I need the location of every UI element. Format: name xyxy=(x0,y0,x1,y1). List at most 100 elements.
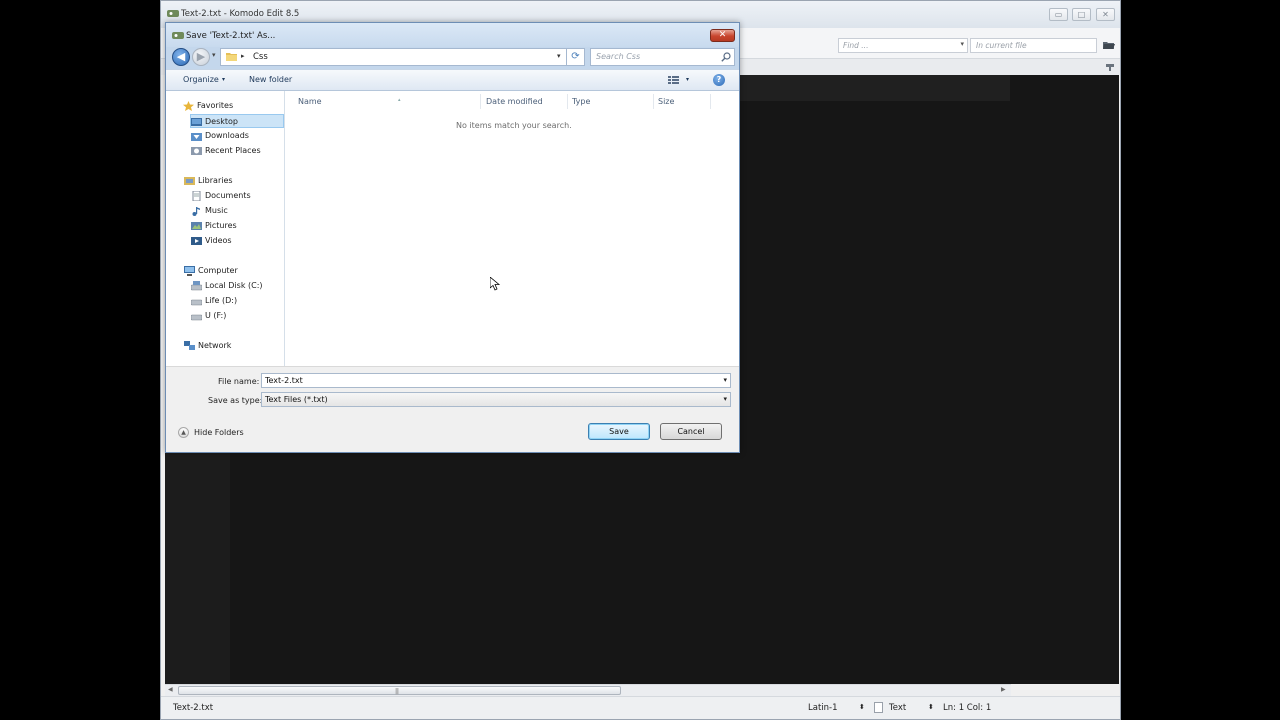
nav-label: Recent Places xyxy=(205,146,261,155)
help-icon[interactable]: ? xyxy=(713,74,725,86)
file-name-label: File name: xyxy=(218,377,260,386)
save-type-select[interactable]: Text Files (*.txt) ▾ xyxy=(261,392,731,407)
pin-icon[interactable] xyxy=(1105,62,1115,72)
dialog-titlebar[interactable]: Save 'Text-2.txt' As... ✕ xyxy=(166,23,739,47)
command-bar: Organize ▾ New folder ▾ ? xyxy=(166,69,739,91)
scrollbar-grip-icon: ||| xyxy=(395,688,399,695)
statusbar: Text-2.txt Latin-1 ⬍ Text ⬍ Ln: 1 Col: 1 xyxy=(161,696,1120,719)
status-encoding[interactable]: Latin-1 xyxy=(808,703,838,713)
network-icon xyxy=(184,341,195,350)
dialog-close-button[interactable]: ✕ xyxy=(710,29,735,42)
refresh-button[interactable]: ⟳ xyxy=(567,48,585,66)
nav-label: Local Disk (C:) xyxy=(205,281,263,290)
navigation-pane: Favorites Desktop Downloads Recent Place… xyxy=(166,91,285,366)
find-input[interactable]: Find ... ▾ xyxy=(838,38,968,53)
nav-label: Videos xyxy=(205,236,232,245)
recent-places-icon xyxy=(191,147,202,155)
scroll-left-arrow[interactable]: ◀ xyxy=(168,686,173,693)
desktop-icon xyxy=(191,118,202,126)
komodo-app-icon xyxy=(172,32,184,39)
column-divider[interactable] xyxy=(710,94,711,109)
nav-label: Documents xyxy=(205,191,251,200)
file-name-input[interactable]: Text-2.txt ▾ xyxy=(261,373,731,388)
music-icon xyxy=(192,207,200,216)
find-dropdown-arrow[interactable]: ▾ xyxy=(960,40,964,48)
breadcrumb-css[interactable]: Css xyxy=(253,52,268,62)
save-type-value: Text Files (*.txt) xyxy=(265,395,328,404)
collapse-up-icon: ▲ xyxy=(178,427,189,438)
main-window-title: Text-2.txt - Komodo Edit 8.5 xyxy=(181,9,300,19)
save-button[interactable]: Save xyxy=(588,423,650,440)
column-divider[interactable] xyxy=(567,94,568,109)
documents-icon xyxy=(192,191,201,201)
file-name-dropdown-arrow[interactable]: ▾ xyxy=(723,376,727,384)
nav-label: U (F:) xyxy=(205,311,227,320)
nav-label: Desktop xyxy=(205,117,238,126)
cancel-button[interactable]: Cancel xyxy=(660,423,722,440)
drive-icon xyxy=(191,281,202,291)
status-file-name: Text-2.txt xyxy=(173,703,214,713)
column-header-type[interactable]: Type xyxy=(572,97,590,106)
folder-icon xyxy=(226,53,237,61)
hide-folders-label: Hide Folders xyxy=(194,428,244,437)
save-as-dialog: Save 'Text-2.txt' As... ✕ ◀ ▶ ▾ ▸ Css ▾ … xyxy=(165,22,740,453)
views-dropdown-arrow[interactable]: ▾ xyxy=(686,76,689,83)
nav-label: Life (D:) xyxy=(205,296,238,305)
file-name-value: Text-2.txt xyxy=(265,376,303,385)
nav-label: Favorites xyxy=(197,101,234,110)
dialog-title: Save 'Text-2.txt' As... xyxy=(186,31,276,41)
computer-icon xyxy=(184,266,195,276)
nav-label: Downloads xyxy=(205,131,249,140)
downloads-icon xyxy=(191,133,202,141)
status-cursor-position: Ln: 1 Col: 1 xyxy=(943,703,992,713)
language-spinner-icon[interactable]: ⬍ xyxy=(928,703,934,711)
empty-results-message: No items match your search. xyxy=(456,121,572,130)
nav-label: Computer xyxy=(198,266,238,275)
find-scope-placeholder: In current file xyxy=(976,41,1027,50)
videos-icon xyxy=(191,237,202,245)
column-divider[interactable] xyxy=(653,94,654,109)
folder-open-icon[interactable] xyxy=(1103,40,1115,50)
close-window-button[interactable]: ✕ xyxy=(1096,8,1115,21)
new-folder-button[interactable]: New folder xyxy=(249,75,292,84)
search-placeholder: Search Css xyxy=(596,52,641,61)
save-options-area: File name: Text-2.txt ▾ Save as type: Te… xyxy=(166,366,739,452)
nav-label: Pictures xyxy=(205,221,237,230)
drive-icon xyxy=(191,314,202,321)
nav-desktop[interactable]: Desktop xyxy=(190,114,284,128)
drive-icon xyxy=(191,299,202,306)
search-input[interactable]: Search Css xyxy=(590,48,735,66)
nav-label: Libraries xyxy=(198,176,233,185)
search-icon[interactable] xyxy=(721,52,731,62)
address-bar[interactable]: ▸ Css ▾ xyxy=(220,48,567,66)
organize-menu[interactable]: Organize xyxy=(183,75,219,84)
find-scope-input[interactable]: In current file xyxy=(970,38,1097,53)
address-dropdown-arrow[interactable]: ▾ xyxy=(557,52,561,60)
organize-dropdown-arrow[interactable]: ▾ xyxy=(222,76,225,83)
nav-label: Network xyxy=(198,341,232,350)
breadcrumb-separator[interactable]: ▸ xyxy=(241,52,245,60)
komodo-app-icon xyxy=(167,10,179,17)
column-header-date-modified[interactable]: Date modified xyxy=(486,97,543,106)
minimize-button[interactable]: ▭ xyxy=(1049,8,1068,21)
maximize-button[interactable]: □ xyxy=(1072,8,1091,21)
star-icon xyxy=(183,101,194,111)
encoding-spinner-icon[interactable]: ⬍ xyxy=(859,703,865,711)
forward-button[interactable]: ▶ xyxy=(192,48,210,66)
column-label: Name xyxy=(298,97,322,106)
horizontal-scrollbar[interactable]: ◀ ||| ▶ xyxy=(165,684,1011,696)
column-header-name[interactable]: Name ▴ xyxy=(298,97,401,106)
save-type-dropdown-arrow[interactable]: ▾ xyxy=(723,395,727,403)
scrollbar-thumb[interactable]: ||| xyxy=(178,686,621,695)
column-divider[interactable] xyxy=(480,94,481,109)
pictures-icon xyxy=(191,222,202,230)
back-button[interactable]: ◀ xyxy=(172,48,190,66)
views-icon[interactable] xyxy=(668,75,679,85)
scroll-right-arrow[interactable]: ▶ xyxy=(1001,686,1006,693)
sort-ascending-icon: ▴ xyxy=(398,97,401,103)
status-language[interactable]: Text xyxy=(889,703,906,713)
column-header-size[interactable]: Size xyxy=(658,97,674,106)
recent-locations-dropdown[interactable]: ▾ xyxy=(212,51,216,59)
page-icon xyxy=(874,702,883,713)
file-list-pane[interactable]: Name ▴ Date modified Type Size No items m… xyxy=(285,91,739,366)
